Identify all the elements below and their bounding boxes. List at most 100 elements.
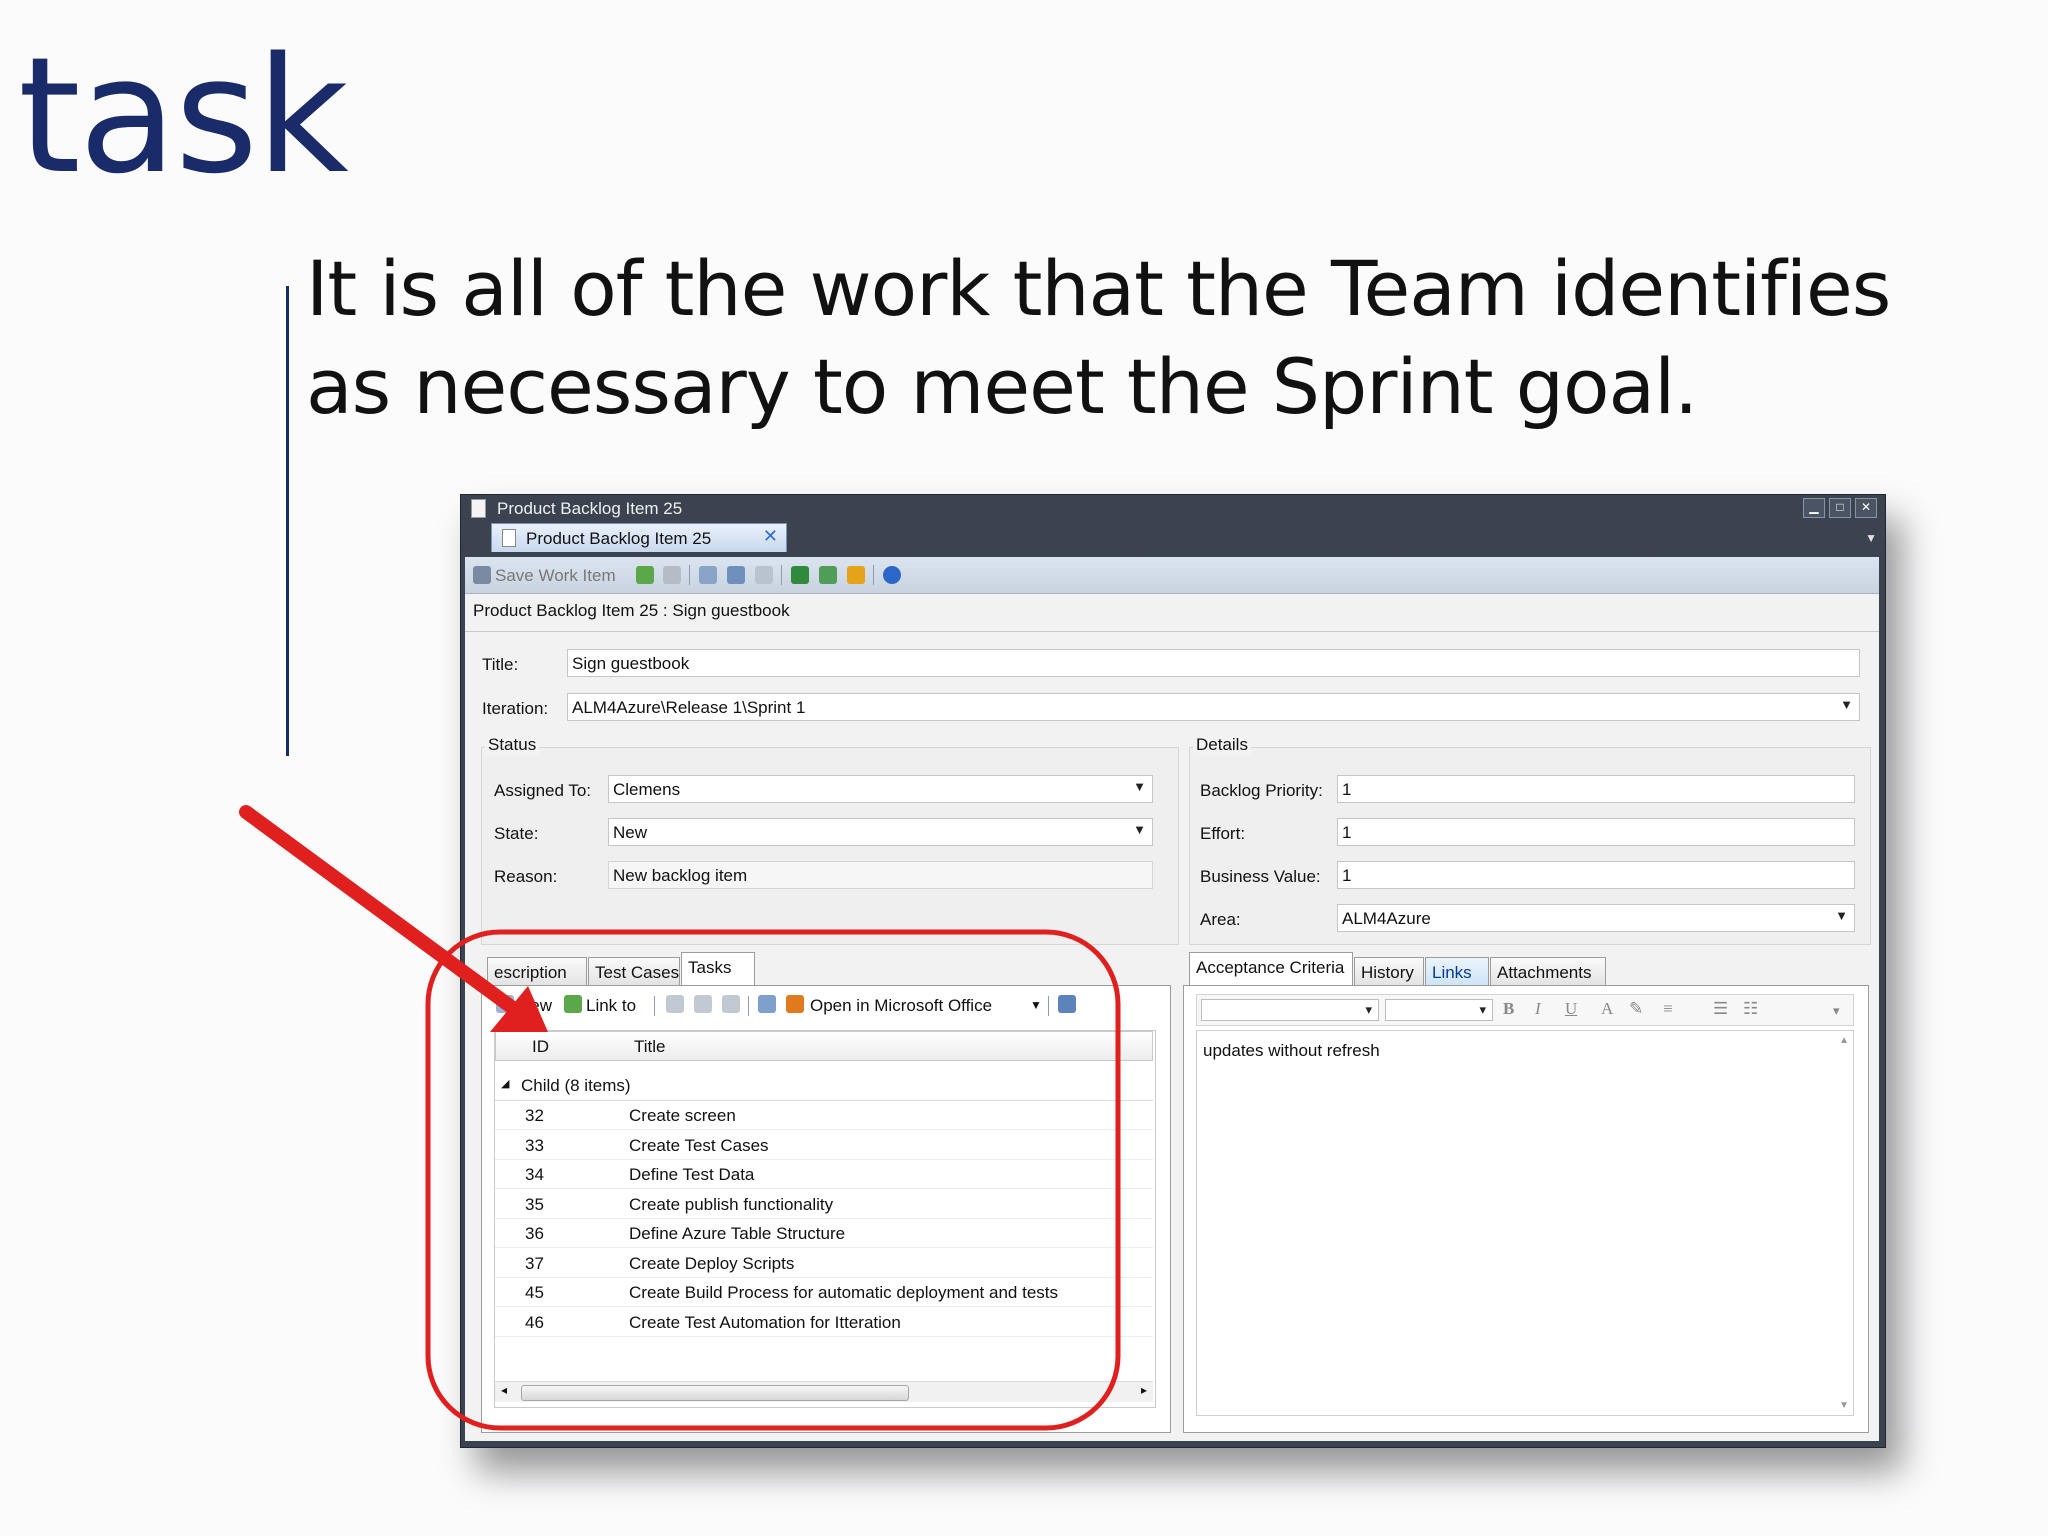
font-family-select[interactable]: ▾ <box>1201 999 1379 1021</box>
group-row[interactable]: ◢ Child (8 items) <box>495 1071 1153 1101</box>
dropdown-arrow-icon: ▼ <box>1835 908 1848 923</box>
dropdown-arrow-icon[interactable]: ▼ <box>1030 998 1042 1012</box>
paste-icon[interactable] <box>755 566 773 584</box>
office-icon <box>786 995 804 1013</box>
highlight-icon[interactable]: ✎ <box>1629 999 1643 1019</box>
divider <box>465 631 1879 632</box>
breadcrumb: Product Backlog Item 25 : Sign guestbook <box>473 601 790 620</box>
tab-description[interactable]: escription <box>487 957 587 985</box>
task-id: 33 <box>525 1135 544 1155</box>
tab-test-cases[interactable]: Test Cases <box>588 957 680 985</box>
save-icon[interactable] <box>473 566 491 584</box>
minimize-icon[interactable]: ▁ <box>1803 498 1825 518</box>
task-id: 35 <box>525 1194 544 1214</box>
iteration-select[interactable]: ALM4Azure\Release 1\Sprint 1 ▼ <box>567 693 1860 721</box>
scroll-up-icon[interactable]: ▲ <box>1839 1035 1849 1046</box>
column-title[interactable]: Title <box>634 1037 666 1057</box>
numbered-list-icon[interactable]: ☷ <box>1743 999 1758 1019</box>
doc-icon <box>502 529 516 547</box>
close-window-icon[interactable]: ✕ <box>1855 498 1877 518</box>
table-row[interactable]: 36 Define Azure Table Structure <box>495 1219 1153 1248</box>
table-row[interactable]: 35 Create publish functionality <box>495 1190 1153 1219</box>
group-label: Child (8 items) <box>521 1076 631 1095</box>
scroll-right-icon[interactable]: ▸ <box>1141 1383 1147 1397</box>
table-row[interactable]: 37 Create Deploy Scripts <box>495 1249 1153 1278</box>
toolbar-separator <box>781 565 782 585</box>
italic-icon[interactable]: I <box>1535 999 1541 1019</box>
toolbar-separator <box>748 996 749 1016</box>
task-title: Create screen <box>629 1106 736 1125</box>
underline-icon[interactable]: U <box>1565 999 1577 1019</box>
acceptance-criteria-editor[interactable]: updates without refresh ▲ ▼ <box>1196 1030 1854 1416</box>
tab-product-backlog-item[interactable]: Product Backlog Item 25 ✕ <box>491 523 787 552</box>
state-value: New <box>613 823 648 842</box>
horizontal-scrollbar[interactable]: ◂ ▸ <box>495 1381 1153 1402</box>
business-value-label: Business Value: <box>1200 867 1321 886</box>
new-task-icon <box>496 995 514 1013</box>
table-row[interactable]: 33 Create Test Cases <box>495 1131 1153 1160</box>
table-row[interactable]: 46 Create Test Automation for Itteration <box>495 1308 1153 1337</box>
open-in-office-button[interactable]: Open in Microsoft Office <box>810 996 992 1016</box>
copy-icon[interactable] <box>727 566 745 584</box>
new-button[interactable]: New <box>518 996 552 1016</box>
edit-link-icon[interactable] <box>694 995 712 1013</box>
window-title: Product Backlog Item 25 <box>497 499 683 518</box>
document-tabstrip: Product Backlog Item 25 ✕ ▼ <box>461 521 1885 552</box>
refresh-icon[interactable] <box>636 566 654 584</box>
assigned-to-select[interactable]: Clemens ▼ <box>608 775 1153 803</box>
scroll-left-icon[interactable]: ◂ <box>501 1383 507 1397</box>
new-query-icon[interactable] <box>758 995 776 1013</box>
delete-link-icon[interactable] <box>722 995 740 1013</box>
area-label: Area: <box>1200 910 1241 929</box>
font-size-select[interactable]: ▾ <box>1385 999 1493 1021</box>
tab-history[interactable]: History <box>1354 957 1424 985</box>
help-icon[interactable] <box>883 566 901 584</box>
table-row[interactable]: 32 Create screen <box>495 1101 1153 1130</box>
chevron-down-icon[interactable]: ▼ <box>1865 531 1877 545</box>
toolbar-overflow-icon[interactable]: ▾ <box>1833 1003 1840 1019</box>
tab-acceptance-criteria[interactable]: Acceptance Criteria <box>1189 952 1353 985</box>
backlog-priority-label: Backlog Priority: <box>1200 781 1323 800</box>
link-to-button[interactable]: Link to <box>586 996 636 1016</box>
maximize-icon[interactable]: □ <box>1829 498 1851 518</box>
save-work-item-button[interactable]: Save Work Item <box>495 566 616 586</box>
tab-tasks[interactable]: Tasks <box>681 952 755 985</box>
scroll-down-icon[interactable]: ▼ <box>1839 1400 1849 1411</box>
bullet-list-icon[interactable]: ☰ <box>1713 999 1728 1019</box>
scrollbar-thumb[interactable] <box>521 1385 909 1401</box>
table-row[interactable]: 34 Define Test Data <box>495 1160 1153 1189</box>
new-linked-item-icon[interactable] <box>699 566 717 584</box>
work-item-form: Save Work Item Product Backlog Item 25 :… <box>465 557 1879 1441</box>
column-id[interactable]: ID <box>532 1037 549 1057</box>
task-id: 32 <box>525 1106 544 1125</box>
collapse-triangle-icon[interactable]: ◢ <box>501 1077 509 1090</box>
table-row[interactable]: 45 Create Build Process for automatic dep… <box>495 1278 1153 1307</box>
tab-attachments[interactable]: Attachments <box>1490 957 1606 985</box>
undo-icon[interactable] <box>663 566 681 584</box>
dropdown-arrow-icon: ▼ <box>1133 822 1146 837</box>
excel-icon[interactable] <box>791 566 809 584</box>
open-item-icon[interactable] <box>666 995 684 1013</box>
task-title: Define Azure Table Structure <box>629 1224 846 1243</box>
doc-icon <box>471 499 486 518</box>
window-titlebar[interactable]: Product Backlog Item 25 ▁ □ ✕ <box>461 495 1885 521</box>
toolbar-separator <box>873 565 874 585</box>
font-color-icon[interactable]: A <box>1601 999 1613 1019</box>
columns-icon[interactable] <box>1058 995 1076 1013</box>
area-select[interactable]: ALM4Azure ▼ <box>1337 904 1855 932</box>
task-title: Create Deploy Scripts <box>629 1253 795 1273</box>
align-icon[interactable]: ≡ <box>1663 999 1673 1019</box>
iteration-label: Iteration: <box>482 699 549 718</box>
status-group-title: Status <box>485 735 540 755</box>
business-value-field[interactable]: 1 <box>1337 861 1855 889</box>
project-icon[interactable] <box>819 566 837 584</box>
backlog-priority-field[interactable]: 1 <box>1337 775 1855 803</box>
work-item-window: Product Backlog Item 25 ▁ □ ✕ Product Ba… <box>460 494 1886 1448</box>
state-select[interactable]: New ▼ <box>608 818 1153 846</box>
bold-icon[interactable]: B <box>1503 999 1514 1019</box>
title-field[interactable]: Sign guestbook <box>567 649 1860 677</box>
tab-links[interactable]: Links <box>1425 957 1489 985</box>
effort-field[interactable]: 1 <box>1337 818 1855 846</box>
outlook-icon[interactable] <box>847 566 865 584</box>
close-icon[interactable]: ✕ <box>763 526 778 547</box>
